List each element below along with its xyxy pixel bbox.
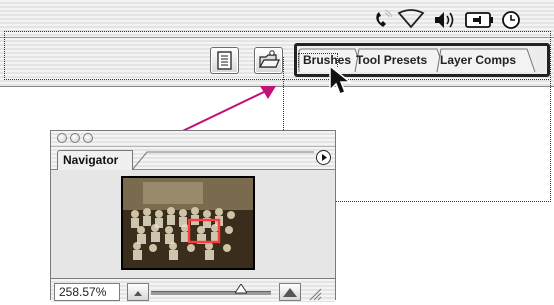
triangle-right-icon xyxy=(322,154,327,161)
group-photo-image xyxy=(123,178,253,268)
wifi-icon[interactable] xyxy=(397,9,425,31)
navigator-tab-row: Navigator xyxy=(51,147,335,170)
navigator-zoom-controls: 258.57% xyxy=(51,278,335,302)
resize-grip-icon[interactable] xyxy=(306,285,322,301)
cursor-arrow-icon xyxy=(329,64,353,95)
zoom-window-button[interactable] xyxy=(83,133,93,143)
tab-navigator[interactable]: Navigator xyxy=(57,150,133,170)
zoom-slider-thumb[interactable] xyxy=(235,284,247,294)
navigator-title-bar[interactable] xyxy=(51,131,335,147)
palette-menu-button[interactable] xyxy=(316,150,331,165)
navigator-palette: Navigator 258.57% xyxy=(50,130,336,302)
navigator-preview-area xyxy=(51,170,335,278)
zoom-in-button[interactable] xyxy=(279,283,301,301)
battery-plug-icon[interactable] xyxy=(464,9,494,31)
zoom-percentage-field[interactable]: 258.57% xyxy=(54,283,120,301)
navigator-thumbnail[interactable] xyxy=(121,176,255,270)
clock-icon[interactable] xyxy=(500,9,522,31)
zoom-slider-track[interactable] xyxy=(151,291,271,295)
close-button[interactable] xyxy=(57,133,67,143)
minimize-button[interactable] xyxy=(70,133,80,143)
zoom-out-button[interactable] xyxy=(127,283,149,301)
phone-signal-icon[interactable] xyxy=(372,9,394,31)
zoom-in-mountain-icon xyxy=(283,288,297,297)
volume-icon[interactable] xyxy=(433,9,457,31)
zoom-out-mountain-icon xyxy=(134,291,142,296)
